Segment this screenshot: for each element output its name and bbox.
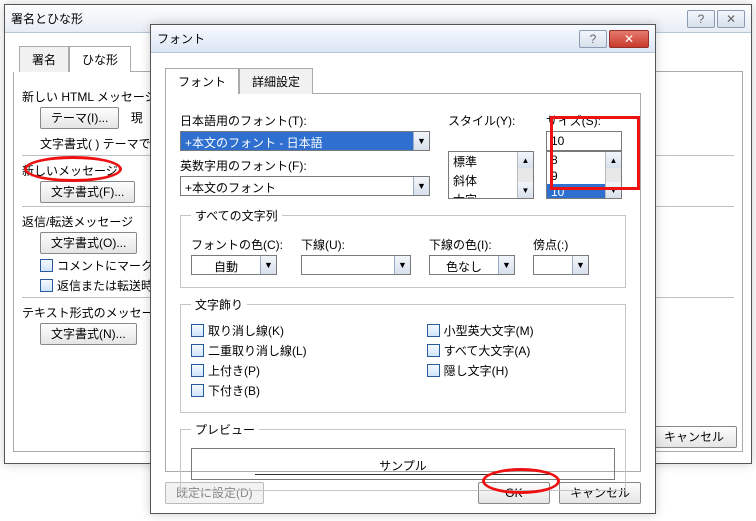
reply-send-checkbox[interactable] (40, 279, 53, 292)
hidden-checkbox[interactable] (427, 364, 440, 377)
font-close-button[interactable]: ✕ (609, 30, 649, 48)
superscript-label: 上付き(P) (208, 362, 260, 379)
latin-font-combo[interactable]: +本文のフォント ▼ (180, 176, 430, 196)
preview-text: サンプル (255, 457, 550, 475)
reply-font-button[interactable]: 文字書式(O)... (40, 232, 137, 254)
theme-button[interactable]: テーマ(I)... (40, 107, 119, 129)
underline-color-combo[interactable]: 色なし▼ (429, 255, 515, 275)
chevron-down-icon: ▼ (394, 256, 410, 274)
font-title: フォント (157, 30, 577, 47)
latin-font-label: 英数字用のフォント(F): (180, 157, 436, 174)
current-theme-label: 現 (131, 111, 143, 125)
underline-label: 下線(U): (301, 236, 411, 253)
style-label: スタイル(Y): (448, 112, 534, 129)
preview-group: プレビュー サンプル (180, 421, 626, 491)
chevron-down-icon: ▼ (413, 132, 429, 150)
underline-color-label: 下線の色(I): (429, 236, 515, 253)
smallcaps-checkbox[interactable] (427, 324, 440, 337)
superscript-checkbox[interactable] (191, 364, 204, 377)
font-style-label: 文字書式( (40, 137, 92, 151)
allcaps-checkbox[interactable] (427, 344, 440, 357)
tab-template[interactable]: ひな形 (69, 46, 131, 72)
allcaps-label: すべて大文字(A) (444, 342, 531, 359)
chevron-down-icon: ▼ (260, 256, 276, 274)
jp-font-value: +本文のフォント - 日本語 (181, 132, 413, 150)
style-listbox[interactable]: 標準 斜体 太字 ▲▼ (448, 151, 534, 199)
font-help-button[interactable]: ? (579, 30, 607, 48)
font-dialog: フォント ? ✕ フォント 詳細設定 日本語用のフォント(T): +本文のフォン… (150, 24, 656, 514)
subscript-label: 下付き(B) (208, 382, 260, 399)
subscript-checkbox[interactable] (191, 384, 204, 397)
chevron-down-icon: ▼ (413, 177, 429, 195)
dblstrike-checkbox[interactable] (191, 344, 204, 357)
decoration-group: 文字飾り 取り消し線(K) 二重取り消し線(L) 上付き(P) 下付き(B) 小… (180, 296, 626, 413)
decoration-legend: 文字飾り (191, 296, 247, 313)
reply-send-label: 返信または転送時に (57, 277, 165, 294)
close-button[interactable]: ✕ (717, 10, 745, 28)
underline-combo[interactable]: ▼ (301, 255, 411, 275)
jp-font-combo[interactable]: +本文のフォント - 日本語 ▼ (180, 131, 430, 151)
strike-checkbox[interactable] (191, 324, 204, 337)
preview-legend: プレビュー (191, 421, 259, 438)
font-client: フォント 詳細設定 日本語用のフォント(T): +本文のフォント - 日本語 ▼… (151, 53, 655, 514)
chevron-down-icon: ▼ (498, 256, 514, 274)
font-color-combo[interactable]: 自動▼ (191, 255, 277, 275)
jp-font-label: 日本語用のフォント(T): (180, 112, 436, 129)
strike-label: 取り消し線(K) (208, 322, 284, 339)
font-style-after: ) テーマで (95, 137, 150, 151)
size-input[interactable]: 10 (546, 131, 622, 151)
all-text-group: すべての文字列 フォントの色(C): 自動▼ 下線(U): ▼ 下線の色(I):… (180, 207, 626, 288)
tab-signature[interactable]: 署名 (19, 46, 69, 72)
sig-cancel-button[interactable]: キャンセル (651, 426, 737, 448)
tab-font[interactable]: フォント (165, 68, 239, 94)
scrollbar[interactable]: ▲▼ (605, 152, 621, 198)
preview-box: サンプル (191, 448, 615, 480)
emphasis-label: 傍点(:) (533, 236, 589, 253)
text-font-button[interactable]: 文字書式(N)... (40, 323, 137, 345)
font-titlebar: フォント ? ✕ (151, 25, 655, 53)
chevron-down-icon: ▼ (572, 256, 588, 274)
font-color-value: 自動 (192, 256, 260, 274)
hidden-label: 隠し文字(H) (444, 362, 509, 379)
comment-mark-checkbox[interactable] (40, 259, 53, 272)
tab-advanced[interactable]: 詳細設定 (239, 68, 313, 94)
size-value: 10 (547, 132, 621, 150)
latin-font-value: +本文のフォント (181, 177, 413, 195)
scrollbar[interactable]: ▲▼ (517, 152, 533, 198)
dblstrike-label: 二重取り消し線(L) (208, 342, 307, 359)
size-label: サイズ(S): (546, 112, 626, 129)
help-button[interactable]: ? (687, 10, 715, 28)
underline-color-value: 色なし (430, 256, 498, 274)
font-color-label: フォントの色(C): (191, 236, 283, 253)
new-msg-font-button[interactable]: 文字書式(F)... (40, 181, 135, 203)
smallcaps-label: 小型英大文字(M) (444, 322, 534, 339)
font-tabs: フォント 詳細設定 (165, 67, 641, 94)
emphasis-combo[interactable]: ▼ (533, 255, 589, 275)
size-listbox[interactable]: 8 9 10 ▲▼ (546, 151, 622, 199)
all-text-legend: すべての文字列 (191, 207, 282, 224)
